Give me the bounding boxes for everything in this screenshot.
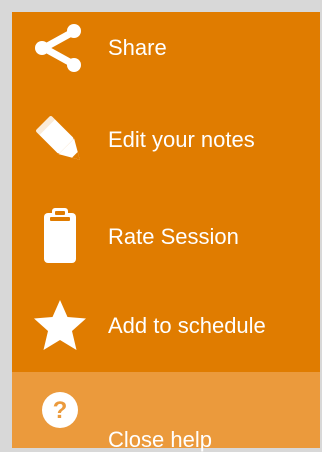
- share-label: Share: [108, 35, 167, 60]
- add-to-schedule-label: Add to schedule: [108, 313, 266, 338]
- share-menu-item[interactable]: Share: [12, 12, 320, 84]
- add-to-schedule-menu-item[interactable]: Add to schedule: [12, 290, 320, 362]
- edit-notes-menu-item[interactable]: Edit your notes: [12, 104, 320, 176]
- close-help-button[interactable]: ? Close help: [12, 372, 320, 451]
- rate-session-label: Rate Session: [108, 224, 239, 249]
- help-circle-icon: ?: [24, 374, 96, 446]
- help-panel: Share Edit your notes Rate Session Add t…: [12, 12, 320, 451]
- star-icon: [24, 290, 96, 362]
- pencil-icon: [24, 104, 96, 176]
- rate-session-menu-item[interactable]: Rate Session: [12, 201, 320, 273]
- svg-text:?: ?: [53, 397, 68, 424]
- action-menu: Share Edit your notes Rate Session Add t…: [12, 12, 320, 372]
- edit-notes-label: Edit your notes: [108, 127, 255, 152]
- share-icon: [24, 12, 96, 84]
- clipboard-icon: [24, 201, 96, 273]
